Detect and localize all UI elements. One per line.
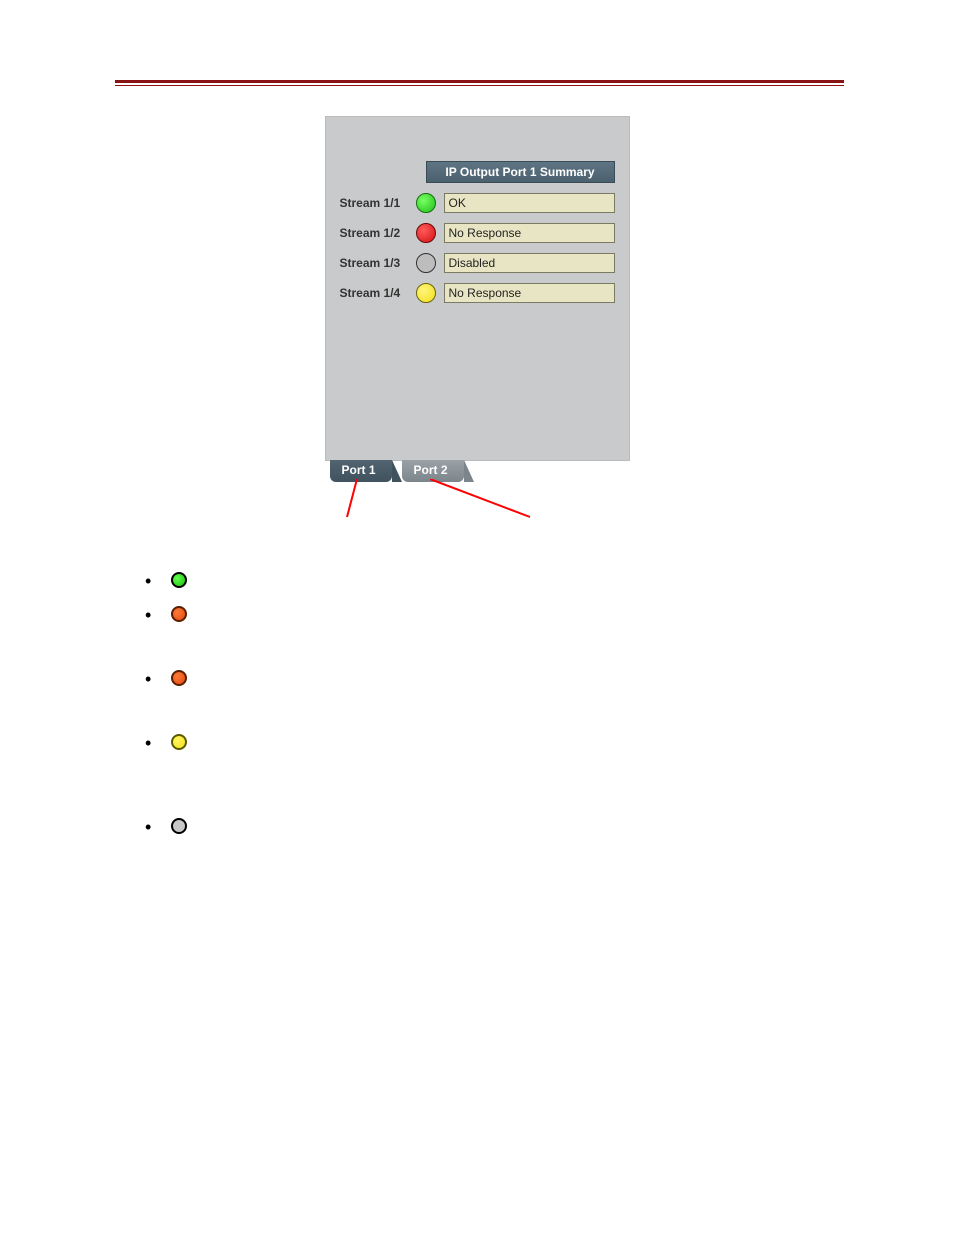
legend-dot-yellow-icon xyxy=(171,734,187,750)
panel-body: IP Output Port 1 Summary Stream 1/1 OK S… xyxy=(325,116,630,461)
annotation-arrow-icon xyxy=(335,479,365,519)
tab-label: Port 2 xyxy=(414,463,448,477)
tab-port-2[interactable]: Port 2 xyxy=(402,460,464,482)
stream-row: Stream 1/4 No Response xyxy=(340,283,615,303)
legend-dot-orange-icon xyxy=(171,670,187,686)
stream-label: Stream 1/2 xyxy=(340,226,414,240)
stream-label: Stream 1/1 xyxy=(340,196,414,210)
legend-item xyxy=(145,733,954,751)
stream-row: Stream 1/2 No Response xyxy=(340,223,615,243)
status-text: No Response xyxy=(444,223,615,243)
legend-item xyxy=(145,605,954,623)
summary-header: IP Output Port 1 Summary xyxy=(426,161,615,183)
stream-label: Stream 1/4 xyxy=(340,286,414,300)
legend-item xyxy=(145,571,954,589)
legend-item xyxy=(145,817,954,835)
legend-dot-green-icon xyxy=(171,572,187,588)
tab-label: Port 1 xyxy=(342,463,376,477)
status-indicator-red-icon xyxy=(416,223,436,243)
status-indicator-yellow-icon xyxy=(416,283,436,303)
stream-row: Stream 1/1 OK xyxy=(340,193,615,213)
status-indicator-gray-icon xyxy=(416,253,436,273)
annotation-arrow-icon xyxy=(430,479,540,519)
status-text: Disabled xyxy=(444,253,615,273)
status-panel: IP Output Port 1 Summary Stream 1/1 OK S… xyxy=(325,116,630,461)
legend-dot-gray-icon xyxy=(171,818,187,834)
stream-label: Stream 1/3 xyxy=(340,256,414,270)
port-tabs: Port 1 Port 2 xyxy=(326,460,464,482)
tab-port-1[interactable]: Port 1 xyxy=(330,460,392,482)
legend-item xyxy=(145,669,954,687)
status-text: OK xyxy=(444,193,615,213)
status-text: No Response xyxy=(444,283,615,303)
document-rule xyxy=(115,80,844,86)
stream-row: Stream 1/3 Disabled xyxy=(340,253,615,273)
legend-dot-orange-icon xyxy=(171,606,187,622)
status-indicator-green-icon xyxy=(416,193,436,213)
status-legend xyxy=(145,571,954,835)
